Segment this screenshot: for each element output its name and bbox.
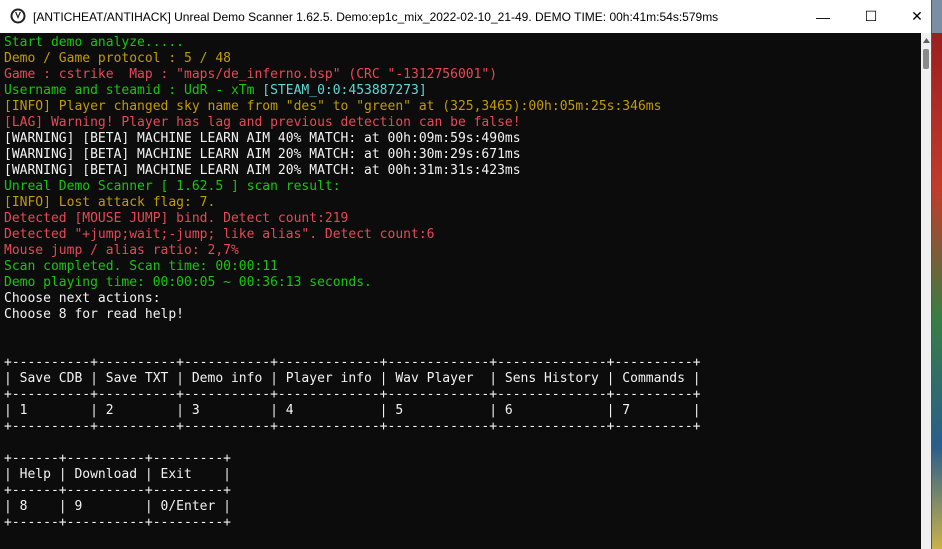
close-button[interactable]: ✕ — [894, 0, 940, 33]
maximize-button[interactable]: ☐ — [848, 0, 894, 33]
console-text-segment: [WARNING] [BETA] MACHINE LEARN AIM 20% M… — [4, 147, 521, 162]
scroll-up-arrow-icon[interactable] — [921, 33, 931, 47]
console-line: | 1 | 2 | 3 | 4 | 5 | 6 | 7 | — [4, 403, 701, 419]
console-text-segment: | Help | Download | Exit | — [4, 467, 231, 482]
close-icon: ✕ — [911, 8, 923, 24]
console-line: Scan completed. Scan time: 00:00:11 — [4, 259, 701, 275]
console-text-segment: +------+----------+---------+ — [4, 515, 231, 530]
console-text-segment: Choose 8 for read help! — [4, 307, 185, 322]
console-text-segment: | Save CDB | Save TXT | Demo info | Play… — [4, 371, 701, 386]
console-line: Start demo analyze..... — [4, 35, 701, 51]
console-text-segment: Scan completed. Scan time: 00:00:11 — [4, 259, 278, 274]
scrollbar-thumb[interactable] — [923, 49, 929, 69]
console-line: Choose next actions: — [4, 291, 701, 307]
console-text-segment: +----------+----------+-----------+-----… — [4, 419, 701, 434]
console-line: Game : cstrike Map : "maps/de_inferno.bs… — [4, 67, 701, 83]
console-text-segment: [WARNING] [BETA] MACHINE LEARN AIM 40% M… — [4, 131, 521, 146]
console-line: | Help | Download | Exit | — [4, 467, 701, 483]
console-line: Unreal Demo Scanner [ 1.62.5 ] scan resu… — [4, 179, 701, 195]
console-text-segment: Game : cstrike Map : "maps/de_inferno.bs… — [4, 67, 498, 82]
console-line: Username and steamid : UdR - xTm [STEAM_… — [4, 83, 701, 99]
vertical-scrollbar[interactable] — [921, 33, 931, 549]
console-text-segment: Demo playing time: 00:00:05 ~ 00:36:13 s… — [4, 275, 372, 290]
console-line: +----------+----------+-----------+-----… — [4, 355, 701, 371]
console-text-segment: [INFO] Lost attack flag: 7. — [4, 195, 216, 210]
console-line: +----------+----------+-----------+-----… — [4, 419, 701, 435]
console-line: +----------+----------+-----------+-----… — [4, 387, 701, 403]
console-text-segment: Mouse jump / alias ratio: 2,7% — [4, 243, 239, 258]
console-line: Detected "+jump;wait;-jump; like alias".… — [4, 227, 701, 243]
console-line: Choose 8 for read help! — [4, 307, 701, 323]
maximize-icon: ☐ — [864, 8, 878, 24]
console-output[interactable]: Start demo analyze..... Demo / Game proto… — [0, 33, 921, 549]
console-line: +------+----------+---------+ — [4, 451, 701, 467]
console-window: [ANTICHEAT/ANTIHACK] Unreal Demo Scanner… — [0, 0, 932, 549]
console-text-segment: | 1 | 2 | 3 | 4 | 5 | 6 | 7 | — [4, 403, 701, 418]
app-icon — [10, 8, 26, 24]
console-line: [INFO] Player changed sky name from "des… — [4, 99, 701, 115]
window-title: [ANTICHEAT/ANTIHACK] Unreal Demo Scanner… — [33, 10, 719, 24]
console-text-segment: Choose next actions: — [4, 291, 161, 306]
console-text-segment: | 8 | 9 | 0/Enter | — [4, 499, 231, 514]
console-text-segment: [LAG] Warning! Player has lag and previo… — [4, 115, 521, 130]
console-lines: Start demo analyze..... Demo / Game proto… — [4, 35, 701, 531]
console-line: Detected [MOUSE JUMP] bind. Detect count… — [4, 211, 701, 227]
console-text-segment: Start demo analyze..... — [4, 35, 185, 50]
title-bar[interactable]: [ANTICHEAT/ANTIHACK] Unreal Demo Scanner… — [0, 0, 931, 33]
console-text-segment: +----------+----------+-----------+-----… — [4, 355, 701, 370]
console-line: [WARNING] [BETA] MACHINE LEARN AIM 40% M… — [4, 131, 701, 147]
console-line: Mouse jump / alias ratio: 2,7% — [4, 243, 701, 259]
console-line: +------+----------+---------+ — [4, 515, 701, 531]
console-text-segment: Detected [MOUSE JUMP] bind. Detect count… — [4, 211, 349, 226]
console-text-segment: [INFO] Player changed sky name from "des… — [4, 99, 662, 114]
console-line: [WARNING] [BETA] MACHINE LEARN AIM 20% M… — [4, 163, 701, 179]
console-line: | 8 | 9 | 0/Enter | — [4, 499, 701, 515]
console-text-segment: +------+----------+---------+ — [4, 483, 231, 498]
console-line: [WARNING] [BETA] MACHINE LEARN AIM 20% M… — [4, 147, 701, 163]
console-text-segment: +----------+----------+-----------+-----… — [4, 387, 701, 402]
console-line: Demo playing time: 00:00:05 ~ 00:36:13 s… — [4, 275, 701, 291]
console-text-segment: [STEAM_0:0:453887273] — [262, 83, 427, 98]
console-text-segment: Detected "+jump;wait;-jump; like alias".… — [4, 227, 435, 242]
console-line: [INFO] Lost attack flag: 7. — [4, 195, 701, 211]
console-text-segment: [WARNING] [BETA] MACHINE LEARN AIM 20% M… — [4, 163, 521, 178]
console-line: Demo / Game protocol : 5 / 48 — [4, 51, 701, 67]
console-text-segment: Username and steamid : UdR - xTm — [4, 83, 263, 98]
console-line: +------+----------+---------+ — [4, 483, 701, 499]
minimize-icon: — — [816, 8, 830, 25]
console-text-segment: Unreal Demo Scanner [ 1.62.5 ] scan resu… — [4, 179, 341, 194]
console-text-segment: +------+----------+---------+ — [4, 451, 231, 466]
desktop-background — [932, 33, 942, 549]
console-line: | Save CDB | Save TXT | Demo info | Play… — [4, 371, 701, 387]
minimize-button[interactable]: — — [800, 0, 846, 33]
console-line: [LAG] Warning! Player has lag and previo… — [4, 115, 701, 131]
console-text-segment: Demo / Game protocol : 5 / 48 — [4, 51, 231, 66]
